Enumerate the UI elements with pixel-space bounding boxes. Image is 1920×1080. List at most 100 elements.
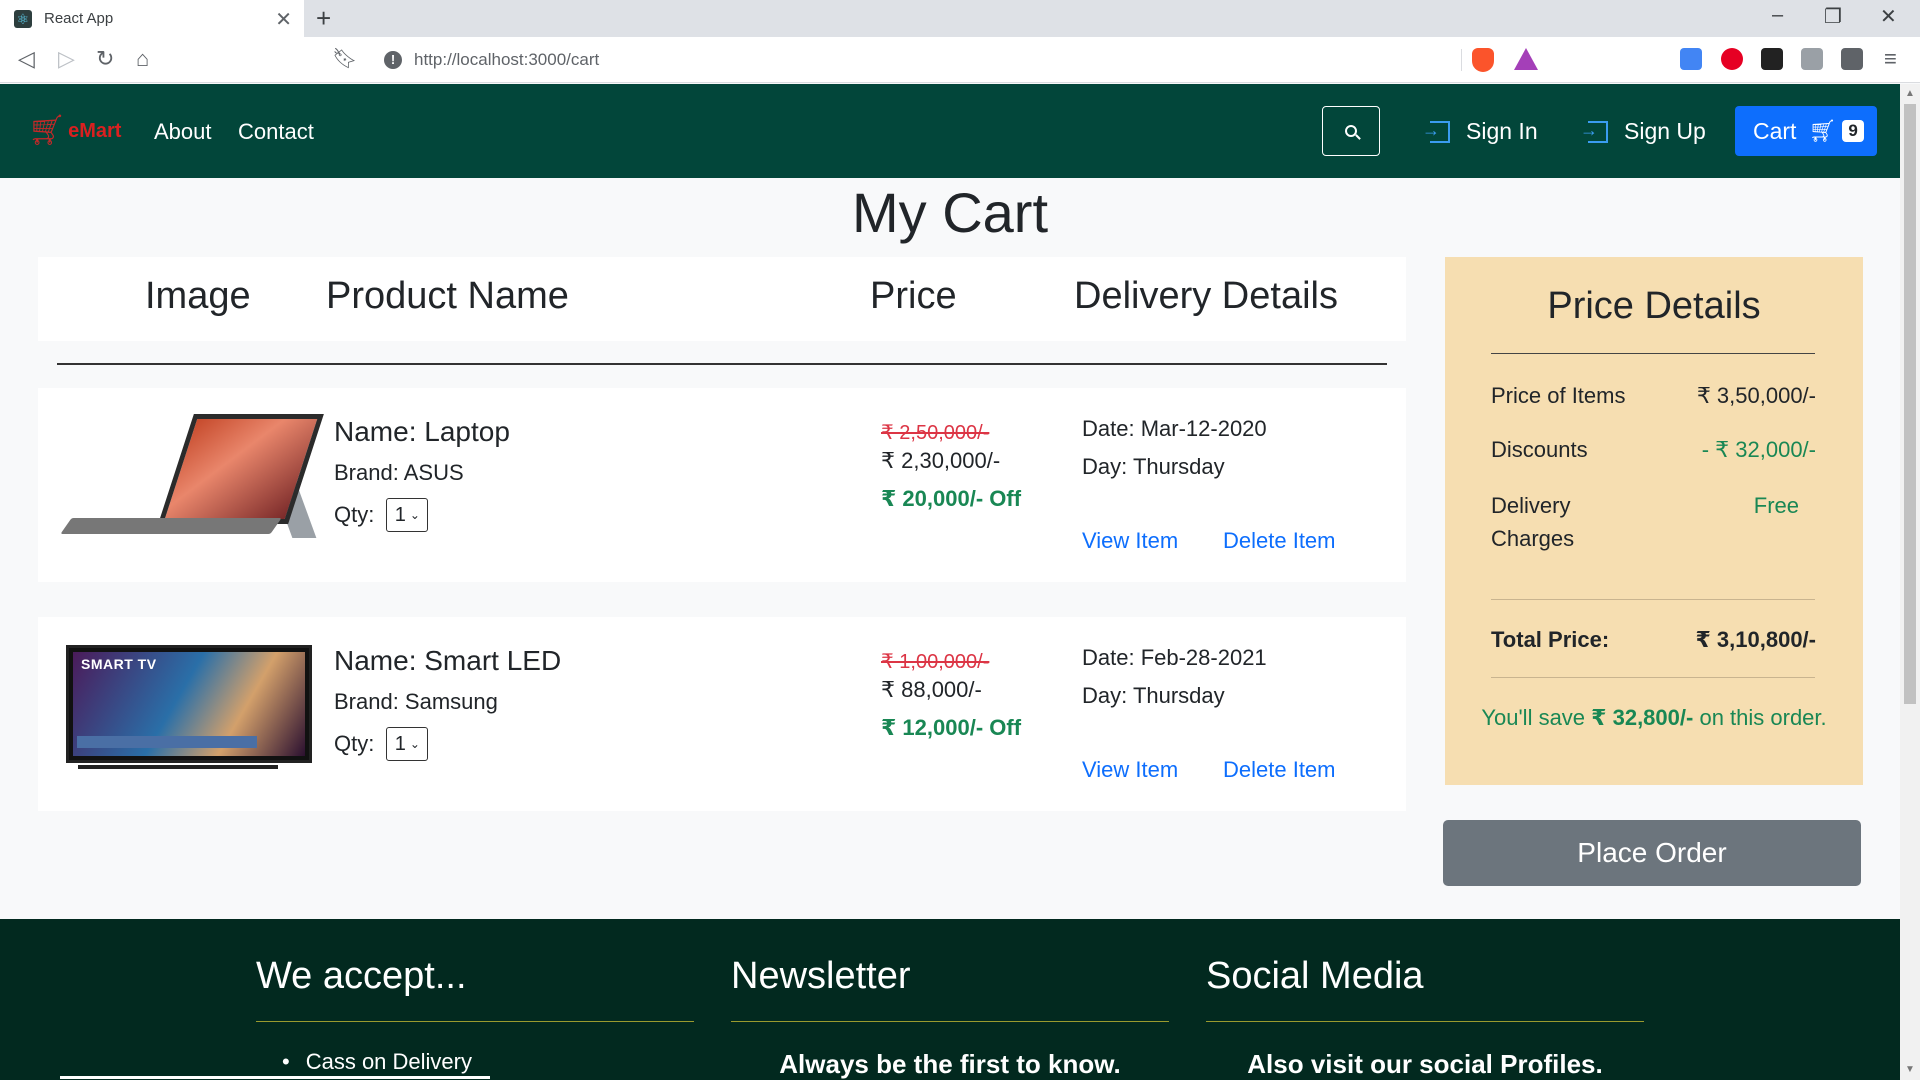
brave-rewards-icon[interactable] (1514, 48, 1538, 70)
login-icon (1422, 120, 1450, 143)
view-item-link[interactable]: View Item (1082, 757, 1178, 783)
social-subtitle: Also visit our social Profiles. (1247, 1049, 1603, 1079)
price-of-items-label: Price of Items (1491, 383, 1626, 408)
product-image-smart-led[interactable]: SMART TV (38, 617, 338, 811)
scroll-up-icon[interactable]: ▲ (1905, 88, 1915, 99)
address-bar[interactable]: ! http://localhost:3000/cart (370, 43, 1552, 77)
price-of-items-value: ₹ 3,50,000/- (1696, 383, 1816, 408)
browser-tab-bar: ⚛ React App ✕ + – ❐ ✕ (0, 0, 1920, 37)
new-tab-button[interactable]: + (316, 3, 331, 34)
column-header-product-name: Product Name (326, 275, 569, 317)
page-scrollbar[interactable]: ▲ ▼ (1900, 84, 1920, 1080)
qty-value: 1 (394, 732, 406, 755)
product-image-laptop[interactable] (60, 388, 326, 582)
scroll-down-icon[interactable]: ▼ (1905, 1064, 1915, 1075)
maximize-button[interactable]: ❐ (1824, 4, 1842, 29)
info-icon[interactable]: ! (384, 51, 402, 69)
brand-name: eMart (68, 119, 122, 142)
payment-method-item: Cass on Delivery (282, 1049, 472, 1075)
price-details-panel: Price Details Price of Items ₹ 3,50,000/… (1445, 257, 1863, 785)
discounts-value: - ₹ 32,000/- (1701, 437, 1816, 462)
cart-label: Cart (1753, 117, 1797, 144)
view-item-link[interactable]: View Item (1082, 528, 1178, 554)
price-details-title: Price Details (1547, 285, 1761, 327)
tv-app-strip (77, 736, 257, 748)
extension-icon[interactable] (1761, 48, 1783, 70)
brand-logo[interactable]: 🛒︎ eMart (28, 116, 121, 146)
cart-item: SMART TV Name: Smart LED Brand: Samsung … (38, 617, 1406, 811)
navbar: 🛒︎ eMart About Contact Sign In Sign Up C… (0, 84, 1900, 178)
qty-select[interactable]: 1 ⌄ (386, 727, 429, 761)
chevron-down-icon: ⌄ (409, 737, 420, 751)
address-url[interactable]: http://localhost:3000/cart (414, 50, 599, 70)
product-brand: Brand: ASUS (334, 460, 464, 485)
browser-toolbar: ◁ ▷ ↻ ⌂ 🔖︎ ! http://localhost:3000/cart … (0, 37, 1920, 83)
forward-icon[interactable]: ▷ (58, 46, 75, 72)
back-icon[interactable]: ◁ (18, 46, 35, 72)
delivery-charges-label-line1: Delivery (1491, 493, 1571, 518)
column-header-price: Price (870, 275, 957, 317)
tab-close-icon[interactable]: ✕ (275, 7, 292, 32)
divider (256, 1021, 694, 1022)
product-qty: Qty: 1 ⌄ (334, 498, 429, 532)
delivery-charges-label-line2: Charges (1491, 526, 1575, 551)
discounts-label: Discounts (1491, 437, 1588, 462)
delivery-date: Date: Feb-28-2021 (1082, 645, 1267, 670)
qty-select[interactable]: 1 ⌄ (386, 498, 429, 532)
savings-amount: ₹ 32,800/- (1591, 705, 1694, 730)
bookmark-icon[interactable]: 🔖︎ (332, 46, 357, 71)
close-window-button[interactable]: ✕ (1880, 4, 1897, 29)
delivery-charges-value: Free (1753, 493, 1799, 518)
delivery-day: Day: Thursday (1082, 683, 1225, 708)
discounted-price: ₹ 2,30,000/- (881, 448, 1001, 473)
browser-menu-icon[interactable]: ≡ (1884, 46, 1897, 72)
search-icon (1345, 125, 1357, 137)
place-order-button[interactable]: Place Order (1443, 820, 1861, 886)
footer-title-payment: We accept... (256, 955, 467, 997)
nav-link-about[interactable]: About (154, 119, 212, 145)
savings-message: You'll save ₹ 32,800/- on this order. (1445, 705, 1863, 731)
discount-amount: ₹ 20,000/- Off (881, 486, 1022, 511)
nav-link-contact[interactable]: Contact (238, 119, 314, 145)
divider (1491, 599, 1815, 600)
brave-shield-icon[interactable] (1472, 48, 1494, 72)
cart-button[interactable]: Cart 🛒︎ 9 (1735, 106, 1877, 156)
scrollbar-thumb[interactable] (1904, 104, 1916, 704)
divider (1206, 1021, 1644, 1022)
minimize-button[interactable]: – (1772, 4, 1783, 27)
translate-icon[interactable] (1680, 48, 1702, 70)
column-header-delivery: Delivery Details (1074, 275, 1338, 317)
pinterest-icon[interactable] (1721, 48, 1743, 70)
puzzle-icon[interactable] (1841, 48, 1863, 70)
cart-item: Name: Laptop Brand: ASUS Qty: 1 ⌄ ₹ 2,50,… (38, 388, 1406, 582)
sign-in-label: Sign In (1466, 118, 1538, 144)
sign-up-link[interactable]: Sign Up (1580, 118, 1706, 145)
cart-icon: 🛒︎ (1808, 118, 1837, 143)
delete-item-link[interactable]: Delete Item (1223, 528, 1336, 554)
savings-suffix: on this order. (1699, 705, 1827, 730)
tv-frame: SMART TV (66, 645, 312, 763)
omnibox-divider (1461, 49, 1462, 71)
search-button[interactable] (1322, 106, 1380, 156)
sign-in-link[interactable]: Sign In (1422, 118, 1538, 145)
page-title: My Cart (852, 181, 1048, 244)
cart-icon: 🛒︎ (28, 114, 67, 147)
divider (731, 1021, 1169, 1022)
tv-stand (78, 765, 278, 769)
original-price: ₹ 1,00,000/- (881, 651, 990, 673)
home-icon[interactable]: ⌂ (136, 46, 149, 72)
chevron-down-icon: ⌄ (409, 508, 420, 522)
delete-item-link[interactable]: Delete Item (1223, 757, 1336, 783)
browser-tab[interactable]: ⚛ React App ✕ (0, 0, 304, 37)
product-qty: Qty: 1 ⌄ (334, 727, 429, 761)
tv-image-label: SMART TV (81, 656, 157, 672)
qty-label: Qty: (334, 731, 375, 756)
reload-icon[interactable]: ↻ (96, 46, 114, 72)
footer-title-social: Social Media (1206, 955, 1424, 997)
product-name: Name: Laptop (334, 416, 510, 447)
cart-table-header: Image Product Name Price Delivery Detail… (38, 257, 1406, 341)
qty-label: Qty: (334, 502, 375, 527)
extension-icon[interactable] (1801, 48, 1823, 70)
footer-title-newsletter: Newsletter (731, 955, 911, 997)
delivery-day: Day: Thursday (1082, 454, 1225, 479)
